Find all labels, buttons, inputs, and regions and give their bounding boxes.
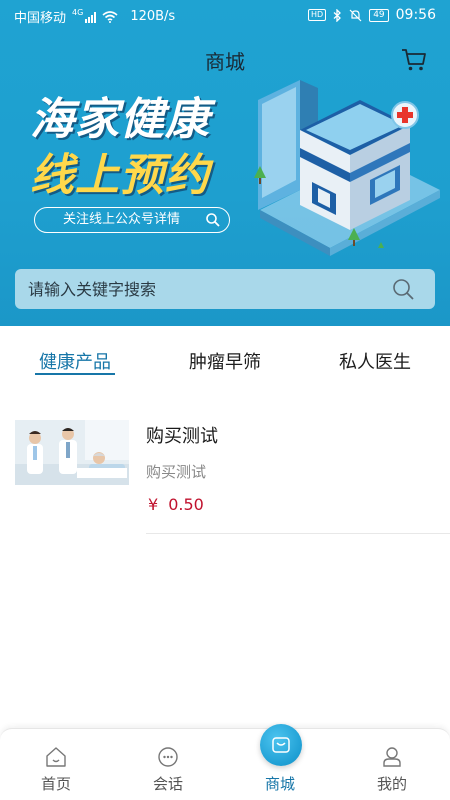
nav-label-chat: 会话: [152, 775, 183, 793]
tab-health-products[interactable]: 健康产品: [35, 348, 115, 374]
nav-label-mall: 商城: [264, 775, 295, 793]
search-icon[interactable]: [391, 277, 415, 301]
banner-headline-1: 海家健康: [30, 94, 210, 145]
battery-icon: 49: [369, 8, 389, 22]
banner-text: 海家健康 线上预约: [30, 92, 210, 204]
wifi-icon: [102, 10, 118, 23]
hd-icon: HD: [308, 9, 327, 21]
nav-label-home: 首页: [40, 775, 71, 793]
category-tabs: 健康产品 肿瘤早筛 私人医生: [0, 338, 450, 386]
network-type: 4G: [72, 8, 84, 17]
chat-icon: [158, 747, 178, 767]
currency-symbol: ¥: [148, 495, 159, 514]
nav-label-mine: 我的: [376, 775, 407, 793]
nav-item-mine[interactable]: 我的: [336, 729, 448, 800]
magnifier-icon: [206, 213, 220, 227]
carrier-label: 中国移动: [14, 11, 67, 26]
network-speed: 120B/s: [130, 9, 176, 24]
tab-active-indicator: [35, 373, 115, 375]
price-value: 0.50: [168, 495, 204, 514]
mute-bell-icon: [349, 9, 362, 21]
search-input[interactable]: [15, 269, 385, 309]
banner-headline-2: 线上预约: [30, 150, 210, 201]
clock: 09:56: [395, 7, 436, 23]
signal-icon: [85, 11, 97, 23]
product-name: 购买测试: [146, 426, 218, 447]
nav-item-home[interactable]: 首页: [0, 729, 112, 800]
bluetooth-icon: [333, 8, 342, 22]
product-subtitle: 购买测试: [146, 463, 207, 481]
follow-official-account-button[interactable]: 关注线上公众号详情: [34, 207, 230, 233]
search-bar: [15, 269, 435, 309]
follow-label: 关注线上公众号详情: [63, 212, 181, 227]
list-divider: [146, 533, 450, 534]
hospital-illustration: [254, 80, 440, 256]
header-banner: 中国移动 4G 120B/s HD 49 09:56 商城 海家健康 线上预约 …: [0, 0, 450, 326]
product-image: [15, 420, 129, 485]
tab-tumor-screening[interactable]: 肿瘤早筛: [185, 348, 265, 374]
status-bar: 中国移动 4G 120B/s HD 49 09:56: [0, 0, 450, 32]
user-icon: [383, 747, 401, 767]
bottom-navigation: 首页 会话 商城 我的: [0, 728, 450, 800]
shopping-bag-icon: [272, 737, 290, 753]
nav-item-chat[interactable]: 会话: [112, 729, 224, 800]
product-item[interactable]: 购买测试 购买测试 ¥0.50: [0, 412, 450, 534]
home-icon: [46, 747, 66, 767]
product-price: ¥0.50: [148, 495, 204, 514]
mall-active-button[interactable]: [260, 724, 302, 766]
tab-private-doctor[interactable]: 私人医生: [334, 348, 416, 374]
